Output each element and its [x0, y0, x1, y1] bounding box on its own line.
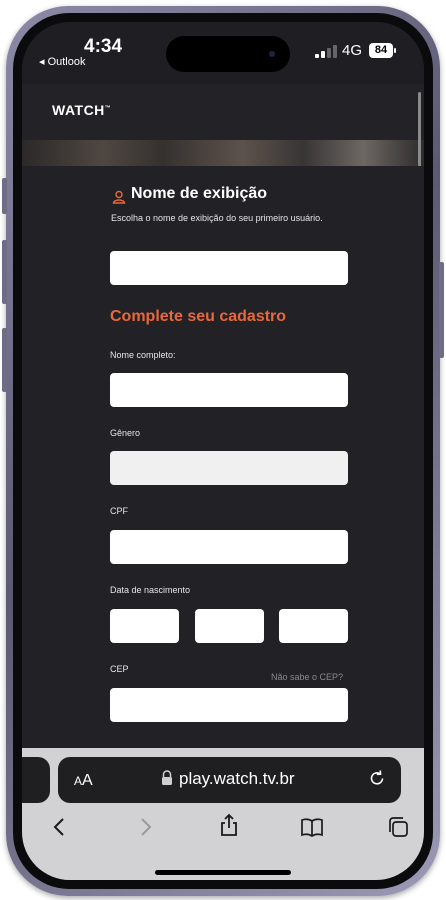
logo-text: WATCH: [52, 102, 105, 118]
action-button: [2, 178, 7, 214]
screen-content: 4:34 ◂ Outlook 4G 84 WATCH™ Nome de exib…: [22, 22, 424, 880]
bookmarks-icon[interactable]: [300, 815, 324, 839]
lock-icon: [162, 770, 172, 785]
back-icon[interactable]: [48, 815, 72, 839]
display-name-input[interactable]: [110, 251, 348, 285]
network-type: 4G: [342, 42, 363, 59]
battery-tip-icon: [394, 48, 396, 53]
url-text[interactable]: play.watch.tv.br: [179, 769, 295, 789]
camera-icon: [269, 51, 275, 57]
logo-mark: ™: [104, 105, 112, 112]
previous-tab[interactable]: [22, 757, 50, 803]
user-icon: [112, 190, 126, 204]
share-icon[interactable]: [217, 813, 241, 837]
banner-image: [22, 140, 424, 166]
gender-select[interactable]: [110, 451, 348, 485]
forward-icon[interactable]: [133, 815, 157, 839]
text-size-large: A: [82, 772, 93, 789]
reload-icon[interactable]: [367, 768, 387, 788]
cep-label: CEP: [110, 664, 129, 674]
birth-day-input[interactable]: [110, 609, 179, 643]
status-bar: 4:34 ◂ Outlook 4G 84: [22, 22, 424, 84]
volume-up-button: [2, 240, 7, 304]
birth-year-input[interactable]: [279, 609, 348, 643]
full-name-input[interactable]: [110, 373, 348, 407]
volume-down-button: [2, 328, 7, 392]
display-name-subtitle: Escolha o nome de exibição do seu primei…: [111, 213, 323, 223]
signal-icon: [315, 44, 339, 58]
cpf-label: CPF: [110, 506, 128, 516]
text-size-small: A: [74, 774, 83, 788]
birth-month-input[interactable]: [195, 609, 264, 643]
full-name-label: Nome completo:: [110, 350, 176, 360]
home-indicator[interactable]: [155, 870, 291, 875]
cpf-input[interactable]: [110, 530, 348, 564]
power-button: [439, 262, 444, 358]
text-size-button[interactable]: AA: [74, 772, 93, 790]
cep-input[interactable]: [110, 688, 348, 722]
battery-level: 84: [369, 43, 393, 58]
birth-date-label: Data de nascimento: [110, 585, 191, 595]
gender-label: Gênero: [110, 428, 141, 438]
display-name-title: Nome de exibição: [131, 185, 268, 202]
tabs-icon[interactable]: [386, 815, 410, 839]
cep-help-link[interactable]: Não sabe o CEP?: [271, 672, 343, 682]
status-time: 4:34: [84, 36, 123, 57]
site-logo[interactable]: WATCH™: [52, 102, 111, 118]
registration-title: Complete seu cadastro: [110, 308, 287, 325]
back-to-app-link[interactable]: ◂ Outlook: [39, 55, 86, 68]
